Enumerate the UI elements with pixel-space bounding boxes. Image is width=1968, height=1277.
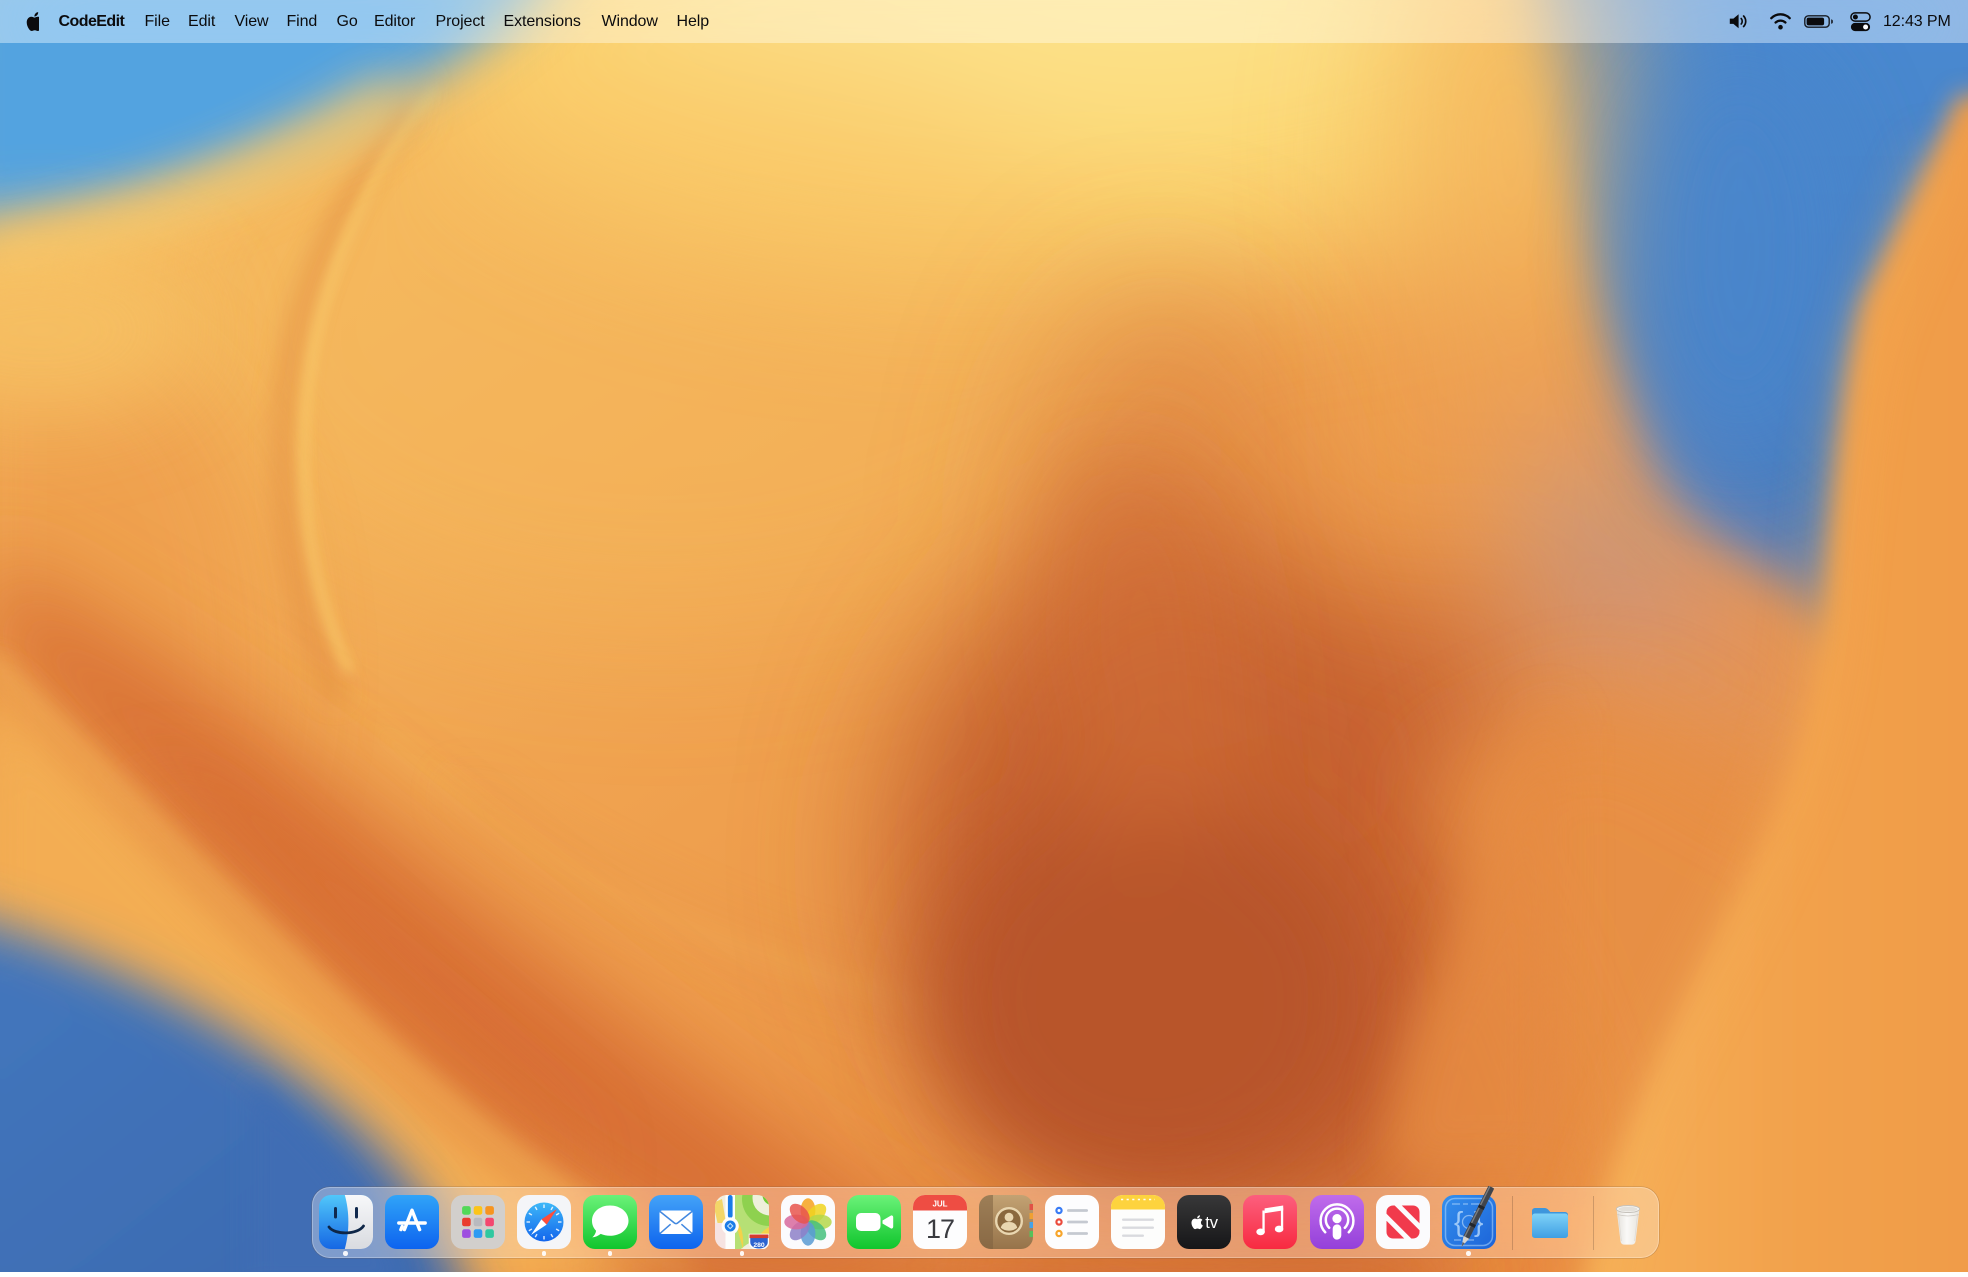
- svg-text:280: 280: [753, 1242, 765, 1249]
- svg-text:tv: tv: [1206, 1214, 1220, 1232]
- svg-text:JUL: JUL: [933, 1200, 948, 1209]
- svg-text:17: 17: [926, 1214, 954, 1244]
